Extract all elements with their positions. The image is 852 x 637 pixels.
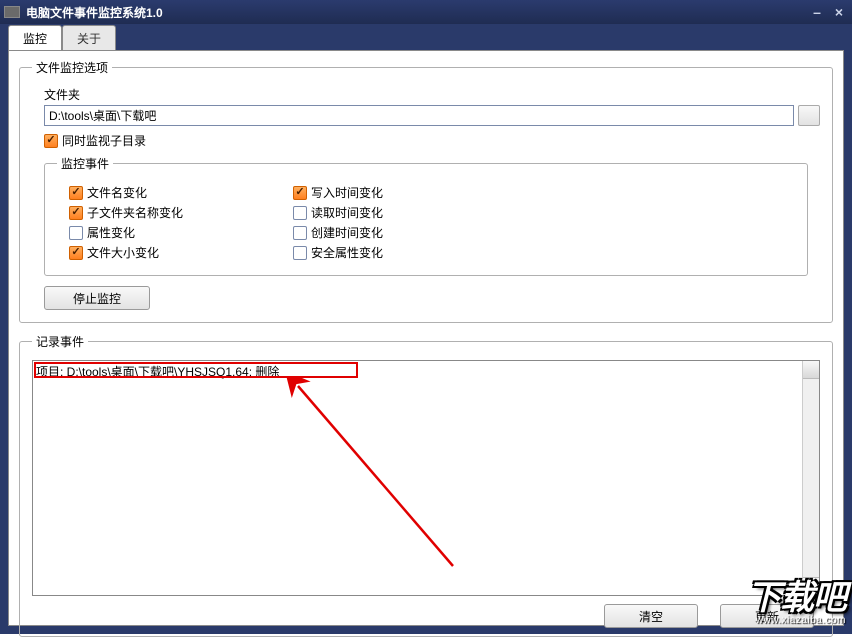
events-grid: 文件名变化 子文件夹名称变化 属性变化 文件大小变化 写入时间变化 读取时间变化… (57, 180, 795, 263)
log-legend: 记录事件 (32, 333, 88, 350)
tab-about[interactable]: 关于 (62, 25, 116, 50)
log-textarea[interactable]: 项目: D:\tools\桌面\下载吧\YHSJSQ1.64; 删除 (32, 360, 820, 596)
file-monitor-options-group: 文件监控选项 文件夹 同时监视子目录 监控事件 文件名变化 子文件夹名称变化 属… (19, 59, 833, 323)
chk-subfolder[interactable] (69, 206, 83, 220)
watch-subdir-row: 同时监视子目录 (44, 132, 820, 149)
chk-filename[interactable] (69, 186, 83, 200)
update-button[interactable]: 更新 (720, 604, 814, 628)
lbl-subfolder: 子文件夹名称变化 (87, 204, 183, 221)
chk-filesize[interactable] (69, 246, 83, 260)
chk-secattr[interactable] (293, 246, 307, 260)
lbl-filesize: 文件大小变化 (87, 244, 159, 261)
lbl-filename: 文件名变化 (87, 184, 147, 201)
chk-createtime[interactable] (293, 226, 307, 240)
events-col-left: 文件名变化 子文件夹名称变化 属性变化 文件大小变化 (69, 184, 183, 261)
folder-label: 文件夹 (44, 86, 820, 103)
lbl-attr: 属性变化 (87, 224, 135, 241)
close-button[interactable]: × (830, 4, 848, 20)
watch-subdir-checkbox[interactable] (44, 134, 58, 148)
tab-label: 关于 (77, 32, 101, 46)
browse-button[interactable] (798, 105, 820, 126)
tab-monitor[interactable]: 监控 (8, 25, 62, 50)
app-window: 电脑文件事件监控系统1.0 – × 监控 关于 文件监控选项 文件夹 同时监视子… (0, 0, 852, 634)
tab-row: 监控 关于 (0, 24, 852, 50)
chk-attr[interactable] (69, 226, 83, 240)
events-col-right: 写入时间变化 读取时间变化 创建时间变化 安全属性变化 (293, 184, 383, 261)
stop-row: 停止监控 (44, 286, 820, 310)
folder-path-input[interactable] (44, 105, 794, 126)
log-scrollbar[interactable] (802, 361, 819, 595)
lbl-readtime: 读取时间变化 (311, 204, 383, 221)
lbl-writetime: 写入时间变化 (311, 184, 383, 201)
monitor-events-group: 监控事件 文件名变化 子文件夹名称变化 属性变化 文件大小变化 写入时间变化 读… (44, 155, 808, 276)
stop-monitor-button[interactable]: 停止监控 (44, 286, 150, 310)
log-events-group: 记录事件 项目: D:\tools\桌面\下载吧\YHSJSQ1.64; 删除 … (19, 333, 833, 637)
chk-writetime[interactable] (293, 186, 307, 200)
events-legend: 监控事件 (57, 155, 113, 172)
window-controls: – × (808, 4, 848, 20)
folder-row (44, 105, 820, 126)
chk-readtime[interactable] (293, 206, 307, 220)
minimize-button[interactable]: – (808, 4, 826, 20)
annotation-arrow (283, 376, 483, 576)
log-line-1: 项目: D:\tools\桌面\下载吧\YHSJSQ1.64; 删除 (36, 363, 279, 380)
app-icon (4, 6, 20, 18)
clear-button[interactable]: 清空 (604, 604, 698, 628)
window-title: 电脑文件事件监控系统1.0 (26, 4, 808, 21)
options-legend: 文件监控选项 (32, 59, 112, 76)
watch-subdir-label: 同时监视子目录 (62, 132, 146, 149)
tab-label: 监控 (23, 32, 47, 46)
log-buttons-row: 清空 更新 (32, 604, 820, 628)
content-panel: 文件监控选项 文件夹 同时监视子目录 监控事件 文件名变化 子文件夹名称变化 属… (8, 50, 844, 626)
lbl-secattr: 安全属性变化 (311, 244, 383, 261)
title-bar[interactable]: 电脑文件事件监控系统1.0 – × (0, 0, 852, 24)
lbl-createtime: 创建时间变化 (311, 224, 383, 241)
